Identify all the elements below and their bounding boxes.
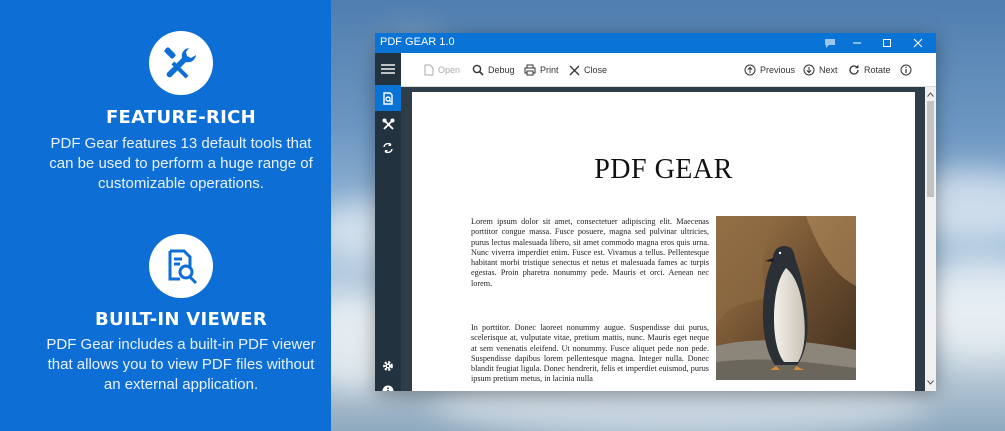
feature-rich-description: PDF Gear features 13 default tools that … bbox=[49, 135, 313, 192]
open-label: Open bbox=[438, 65, 461, 75]
next-page-button[interactable]: Next bbox=[803, 62, 838, 78]
document-paragraph: Lorem ipsum dolor sit amet, consectetuer… bbox=[471, 217, 709, 288]
document-title: PDF GEAR bbox=[594, 154, 733, 185]
next-label: Next bbox=[819, 65, 838, 75]
arrow-down-circle-icon bbox=[803, 64, 815, 76]
print-label: Print bbox=[540, 65, 559, 75]
info-icon[interactable] bbox=[375, 378, 401, 391]
debug-label: Debug bbox=[488, 65, 515, 75]
close-label: Close bbox=[584, 65, 608, 75]
previous-label: Previous bbox=[760, 65, 796, 75]
feature-rich-title: FEATURE-RICH bbox=[105, 107, 257, 128]
app-window: PDF GEAR 1.0 Open Debug Print Close Prev… bbox=[375, 33, 936, 391]
arrow-up-circle-icon bbox=[744, 64, 756, 76]
menu-icon[interactable] bbox=[375, 53, 401, 85]
document-paragraph: In porttitor. Donec laoreet nonummy augu… bbox=[471, 323, 709, 384]
promo-panel: FEATURE-RICH PDF Gear features 13 defaul… bbox=[0, 0, 331, 431]
minimize-button[interactable] bbox=[842, 33, 872, 53]
toolbar: Open Debug Print Close Previous Next Rot… bbox=[401, 53, 936, 87]
document-search-icon bbox=[149, 234, 213, 298]
file-icon bbox=[424, 64, 434, 76]
sidebar bbox=[375, 53, 401, 391]
viewer-icon[interactable] bbox=[375, 85, 401, 111]
close-document-button[interactable]: Close bbox=[569, 62, 607, 78]
pdf-page: PDF GEAR Lorem ipsum dolor sit amet, con… bbox=[412, 92, 915, 391]
scroll-up-arrow-icon[interactable] bbox=[925, 89, 936, 99]
info-button[interactable] bbox=[900, 62, 912, 78]
vertical-scrollbar[interactable] bbox=[925, 87, 936, 391]
feedback-icon[interactable] bbox=[815, 33, 845, 53]
rotate-icon bbox=[849, 64, 859, 75]
previous-page-button[interactable]: Previous bbox=[744, 62, 795, 78]
penguin-photo bbox=[716, 216, 856, 380]
scroll-down-arrow-icon[interactable] bbox=[925, 377, 936, 387]
close-icon bbox=[569, 65, 580, 75]
rotate-label: Rotate bbox=[864, 65, 891, 75]
info-icon bbox=[900, 64, 912, 76]
gear-icon[interactable] bbox=[375, 353, 401, 379]
rotate-button[interactable]: Rotate bbox=[848, 62, 891, 78]
search-icon bbox=[472, 64, 484, 76]
debug-button[interactable]: Debug bbox=[472, 62, 515, 78]
open-button[interactable]: Open bbox=[424, 62, 460, 78]
tools-icon bbox=[149, 31, 213, 95]
rotate-icon[interactable] bbox=[375, 135, 401, 161]
maximize-button[interactable] bbox=[872, 33, 902, 53]
print-button[interactable]: Print bbox=[524, 62, 559, 78]
built-in-viewer-title: BUILT-IN VIEWER bbox=[94, 309, 268, 330]
document-viewer[interactable]: PDF GEAR Lorem ipsum dolor sit amet, con… bbox=[401, 87, 936, 391]
tools-icon[interactable] bbox=[375, 111, 401, 137]
printer-icon bbox=[524, 64, 536, 76]
title-bar[interactable]: PDF GEAR 1.0 bbox=[375, 33, 936, 53]
scrollbar-thumb[interactable] bbox=[927, 101, 934, 197]
close-window-button[interactable] bbox=[903, 33, 933, 53]
app-title: PDF GEAR 1.0 bbox=[380, 36, 455, 48]
built-in-viewer-description: PDF Gear includes a built-in PDF viewer … bbox=[46, 336, 316, 393]
